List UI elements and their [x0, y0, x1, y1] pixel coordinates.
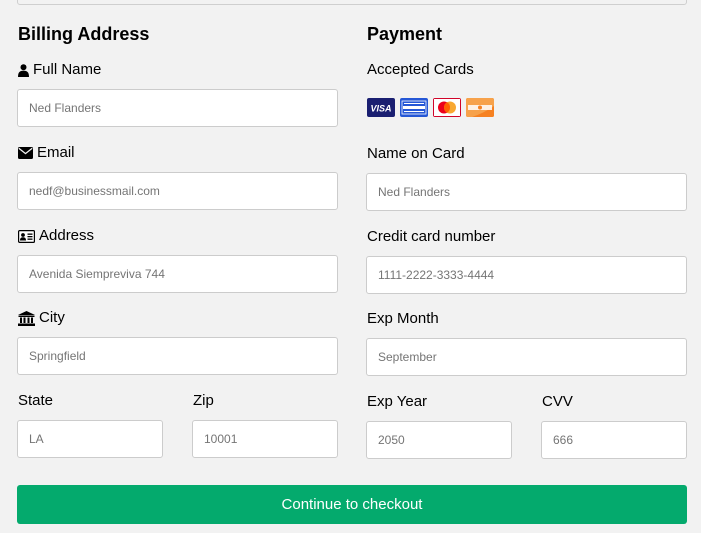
discover-card-icon: [466, 98, 494, 117]
address-card-icon: [18, 229, 35, 243]
institution-icon: [18, 310, 35, 326]
exp-year-label: Exp Year: [367, 393, 428, 410]
address-label: Address: [18, 227, 94, 245]
accepted-cards-label: Accepted Cards: [367, 61, 474, 78]
svg-text:VISA: VISA: [370, 104, 391, 114]
name-on-card-label: Name on Card: [367, 145, 465, 162]
email-label: Email: [18, 144, 75, 162]
billing-heading: Billing Address: [18, 24, 150, 44]
full-name-label: Full Name: [18, 61, 101, 79]
state-input[interactable]: [17, 420, 163, 458]
card-number-label: Credit card number: [367, 228, 496, 245]
card-number-input[interactable]: [366, 256, 687, 294]
address-input[interactable]: [17, 255, 338, 293]
envelope-icon: [18, 147, 33, 159]
previous-section-edge: [17, 0, 687, 5]
zip-input[interactable]: [192, 420, 338, 458]
exp-year-input[interactable]: [366, 421, 512, 459]
continue-to-checkout-button[interactable]: Continue to checkout: [17, 485, 687, 524]
amex-card-icon: [400, 98, 428, 117]
mastercard-card-icon: [433, 98, 461, 117]
full-name-input[interactable]: [17, 89, 338, 127]
payment-heading: Payment: [367, 24, 443, 44]
visa-card-icon: VISA: [367, 98, 395, 117]
email-input[interactable]: [17, 172, 338, 210]
user-icon: [18, 63, 29, 77]
cvv-label: CVV: [542, 393, 573, 410]
city-label: City: [18, 309, 65, 327]
name-on-card-input[interactable]: [366, 173, 687, 211]
city-input[interactable]: [17, 337, 338, 375]
exp-month-input[interactable]: [366, 338, 687, 376]
state-label: State: [18, 392, 54, 409]
zip-label: Zip: [193, 392, 214, 409]
cvv-input[interactable]: [541, 421, 687, 459]
exp-month-label: Exp Month: [367, 310, 439, 327]
accepted-cards-list: VISA: [367, 98, 499, 117]
